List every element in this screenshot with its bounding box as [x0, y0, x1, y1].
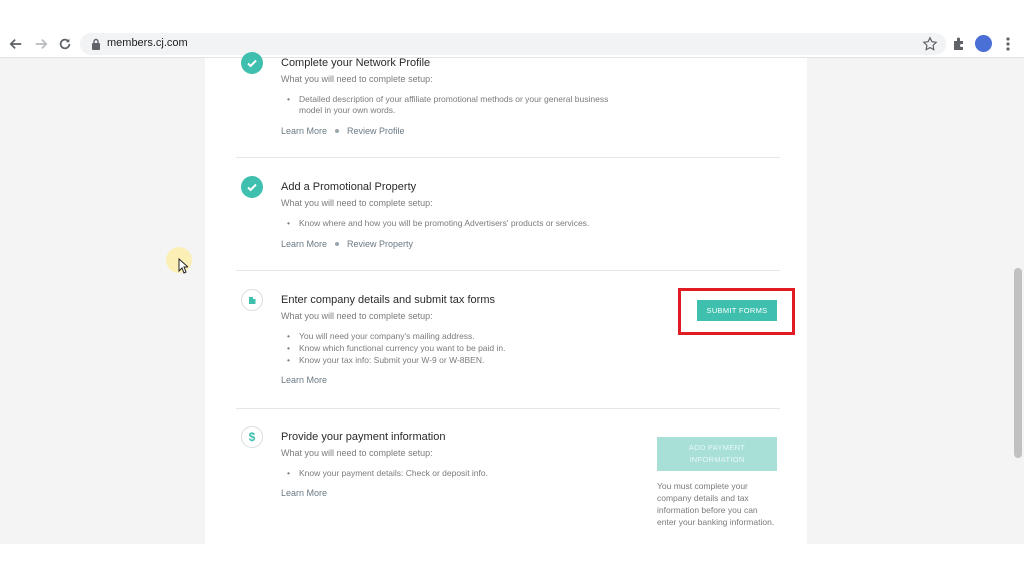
check-icon — [241, 176, 263, 198]
requirement-item: Know where and how you will be promoting… — [287, 218, 659, 229]
requirement-item: Know your payment details: Check or depo… — [287, 468, 619, 479]
forward-button[interactable] — [31, 33, 51, 55]
separator-dot — [335, 129, 340, 133]
step-subtitle: What you will need to complete setup: — [281, 311, 433, 321]
lock-icon — [92, 38, 100, 50]
step-links: Learn More Review Property — [281, 239, 413, 249]
step-requirements: Detailed description of your affiliate p… — [287, 94, 619, 117]
divider — [236, 408, 780, 409]
requirement-item: Know which functional currency you want … — [287, 343, 619, 354]
bottom-strip — [0, 544, 1024, 576]
scrollbar-thumb[interactable] — [1014, 268, 1022, 458]
add-payment-information-button[interactable]: ADD PAYMENT INFORMATION — [657, 437, 777, 471]
back-button[interactable] — [6, 33, 26, 55]
divider — [236, 270, 780, 271]
step-title: Enter company details and submit tax for… — [281, 294, 495, 306]
step-links: Learn More — [281, 488, 327, 498]
url-text: members.cj.com — [107, 37, 188, 49]
step-requirements: Know your payment details: Check or depo… — [287, 468, 619, 480]
dollar-icon: $ — [241, 426, 263, 448]
step-title: Add a Promotional Property — [281, 181, 417, 193]
requirement-item: Know your tax info: Submit your W-9 or W… — [287, 355, 619, 366]
arrow-left-icon — [9, 39, 22, 49]
review-property-link[interactable]: Review Property — [347, 239, 413, 249]
requirement-item: Detailed description of your affiliate p… — [287, 94, 619, 116]
step-links: Learn More — [281, 375, 327, 385]
profile-avatar[interactable] — [975, 35, 992, 52]
separator-dot — [335, 242, 340, 246]
reload-button[interactable] — [55, 33, 75, 55]
learn-more-link[interactable]: Learn More — [281, 375, 327, 385]
building-icon — [241, 289, 263, 311]
arrow-right-icon — [35, 39, 48, 49]
star-icon[interactable] — [922, 36, 938, 52]
check-icon — [241, 52, 263, 74]
step-title: Complete your Network Profile — [281, 57, 431, 69]
learn-more-link[interactable]: Learn More — [281, 239, 327, 249]
step-subtitle: What you will need to complete setup: — [281, 198, 433, 208]
step-requirements: You will need your company's mailing add… — [287, 331, 619, 367]
review-profile-link[interactable]: Review Profile — [347, 126, 405, 136]
puzzle-icon[interactable] — [951, 35, 967, 53]
browser-toolbar: members.cj.com — [0, 0, 1024, 58]
step-requirements: Know where and how you will be promoting… — [287, 218, 659, 230]
scrollbar[interactable] — [1012, 58, 1024, 544]
kebab-menu-icon[interactable] — [1002, 35, 1014, 53]
reload-icon — [59, 38, 71, 50]
step-subtitle: What you will need to complete setup: — [281, 74, 433, 84]
divider — [236, 157, 780, 158]
step-links: Learn More Review Profile — [281, 126, 405, 136]
learn-more-link[interactable]: Learn More — [281, 488, 327, 498]
payment-locked-note: You must complete your company details a… — [657, 481, 775, 527]
highlight-box — [678, 288, 795, 335]
learn-more-link[interactable]: Learn More — [281, 126, 327, 136]
requirement-item: You will need your company's mailing add… — [287, 331, 619, 342]
address-bar[interactable]: members.cj.com — [80, 33, 946, 55]
step-subtitle: What you will need to complete setup: — [281, 448, 433, 458]
mouse-cursor-icon — [178, 258, 188, 274]
step-title: Provide your payment information — [281, 431, 446, 443]
